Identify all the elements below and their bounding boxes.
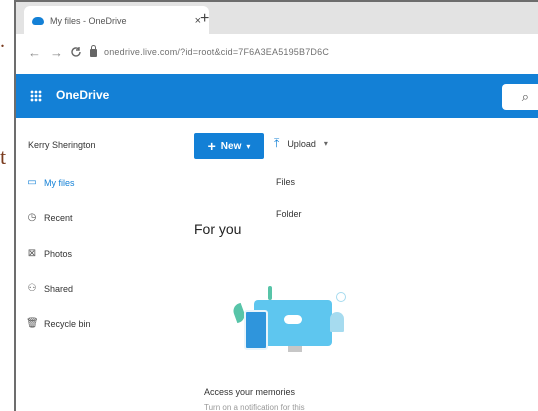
- clock-icon: ◷: [27, 212, 37, 223]
- upload-menu-folder[interactable]: Folder: [276, 209, 302, 219]
- slide-text-fragment: .: [0, 30, 5, 52]
- reload-icon[interactable]: [70, 46, 82, 61]
- monitor-stand: [288, 346, 302, 352]
- photo-icon: ⊠: [27, 248, 37, 259]
- new-button[interactable]: + New ▾: [194, 133, 264, 159]
- leaf-icon: [330, 312, 344, 332]
- sidebar-item-recent[interactable]: ◷ Recent: [26, 212, 73, 224]
- search-input[interactable]: ⌕: [502, 84, 538, 110]
- slide-text-fragment: t: [0, 144, 7, 169]
- illustration-decoration: [336, 292, 346, 302]
- sidebar-item-label: Shared: [44, 284, 74, 294]
- trash-icon: 🗑: [26, 318, 39, 329]
- sidebar-item-label: Recent: [44, 213, 73, 223]
- sidebar: Kerry Sherington ▭ My files ◷ Recent ⊠ P…: [16, 118, 176, 411]
- browser-window: My files - OneDrive × + ← → onedrive.liv…: [14, 0, 538, 411]
- folder-icon: ▭: [27, 177, 37, 188]
- chevron-down-icon: ▾: [323, 139, 328, 148]
- lock-icon: [90, 45, 97, 57]
- app-launcher-icon[interactable]: [30, 90, 42, 102]
- sidebar-item-label: Recycle bin: [44, 319, 91, 329]
- sidebar-item-recycle-bin[interactable]: 🗑 Recycle bin: [26, 318, 91, 330]
- address-bar: ← → onedrive.live.com/?id=root&cid=7F6A3…: [16, 34, 538, 75]
- memories-title: Access your memories: [204, 387, 296, 397]
- sidebar-item-shared[interactable]: ⚇ Shared: [26, 283, 74, 295]
- new-button-label: New: [220, 140, 242, 152]
- forward-button[interactable]: →: [50, 46, 63, 60]
- onedrive-header: OneDrive ⌕: [16, 74, 538, 118]
- tab-title: My files - OneDrive: [50, 16, 127, 26]
- app-name[interactable]: OneDrive: [56, 88, 109, 102]
- onedrive-cloud-icon: [32, 17, 44, 25]
- chevron-down-icon: ▾: [246, 141, 251, 151]
- sidebar-item-my-files[interactable]: ▭ My files: [26, 177, 75, 189]
- browser-tab[interactable]: My files - OneDrive ×: [24, 6, 209, 36]
- sidebar-item-label: Photos: [44, 249, 73, 259]
- upload-icon: ⤒: [274, 136, 280, 150]
- main-content: + New ▾ ⤒ Upload ▾ Files Folder For you …: [176, 118, 538, 411]
- upload-menu-files[interactable]: Files: [276, 177, 295, 187]
- user-name: Kerry Sherington: [28, 140, 96, 150]
- memories-illustration: [231, 286, 354, 366]
- url-field[interactable]: onedrive.live.com/?id=root&cid=7F6A3EA51…: [104, 47, 329, 57]
- new-tab-button[interactable]: +: [200, 11, 209, 27]
- upload-button[interactable]: ⤒ Upload ▾: [274, 136, 328, 151]
- sidebar-item-photos[interactable]: ⊠ Photos: [26, 248, 73, 260]
- back-button[interactable]: ←: [28, 46, 41, 60]
- upload-button-label: Upload: [287, 138, 316, 149]
- phone-icon: [244, 310, 268, 350]
- people-icon: ⚇: [27, 283, 37, 294]
- plus-icon: +: [207, 138, 216, 154]
- slide-background: [0, 0, 14, 411]
- page-title: For you: [194, 221, 242, 237]
- sidebar-item-label: My files: [44, 178, 75, 188]
- illustration-decoration: [268, 286, 272, 300]
- tab-bar: My files - OneDrive × +: [16, 0, 538, 36]
- memories-subtitle: Turn on a notification for this: [204, 403, 305, 411]
- search-icon: ⌕: [521, 89, 529, 104]
